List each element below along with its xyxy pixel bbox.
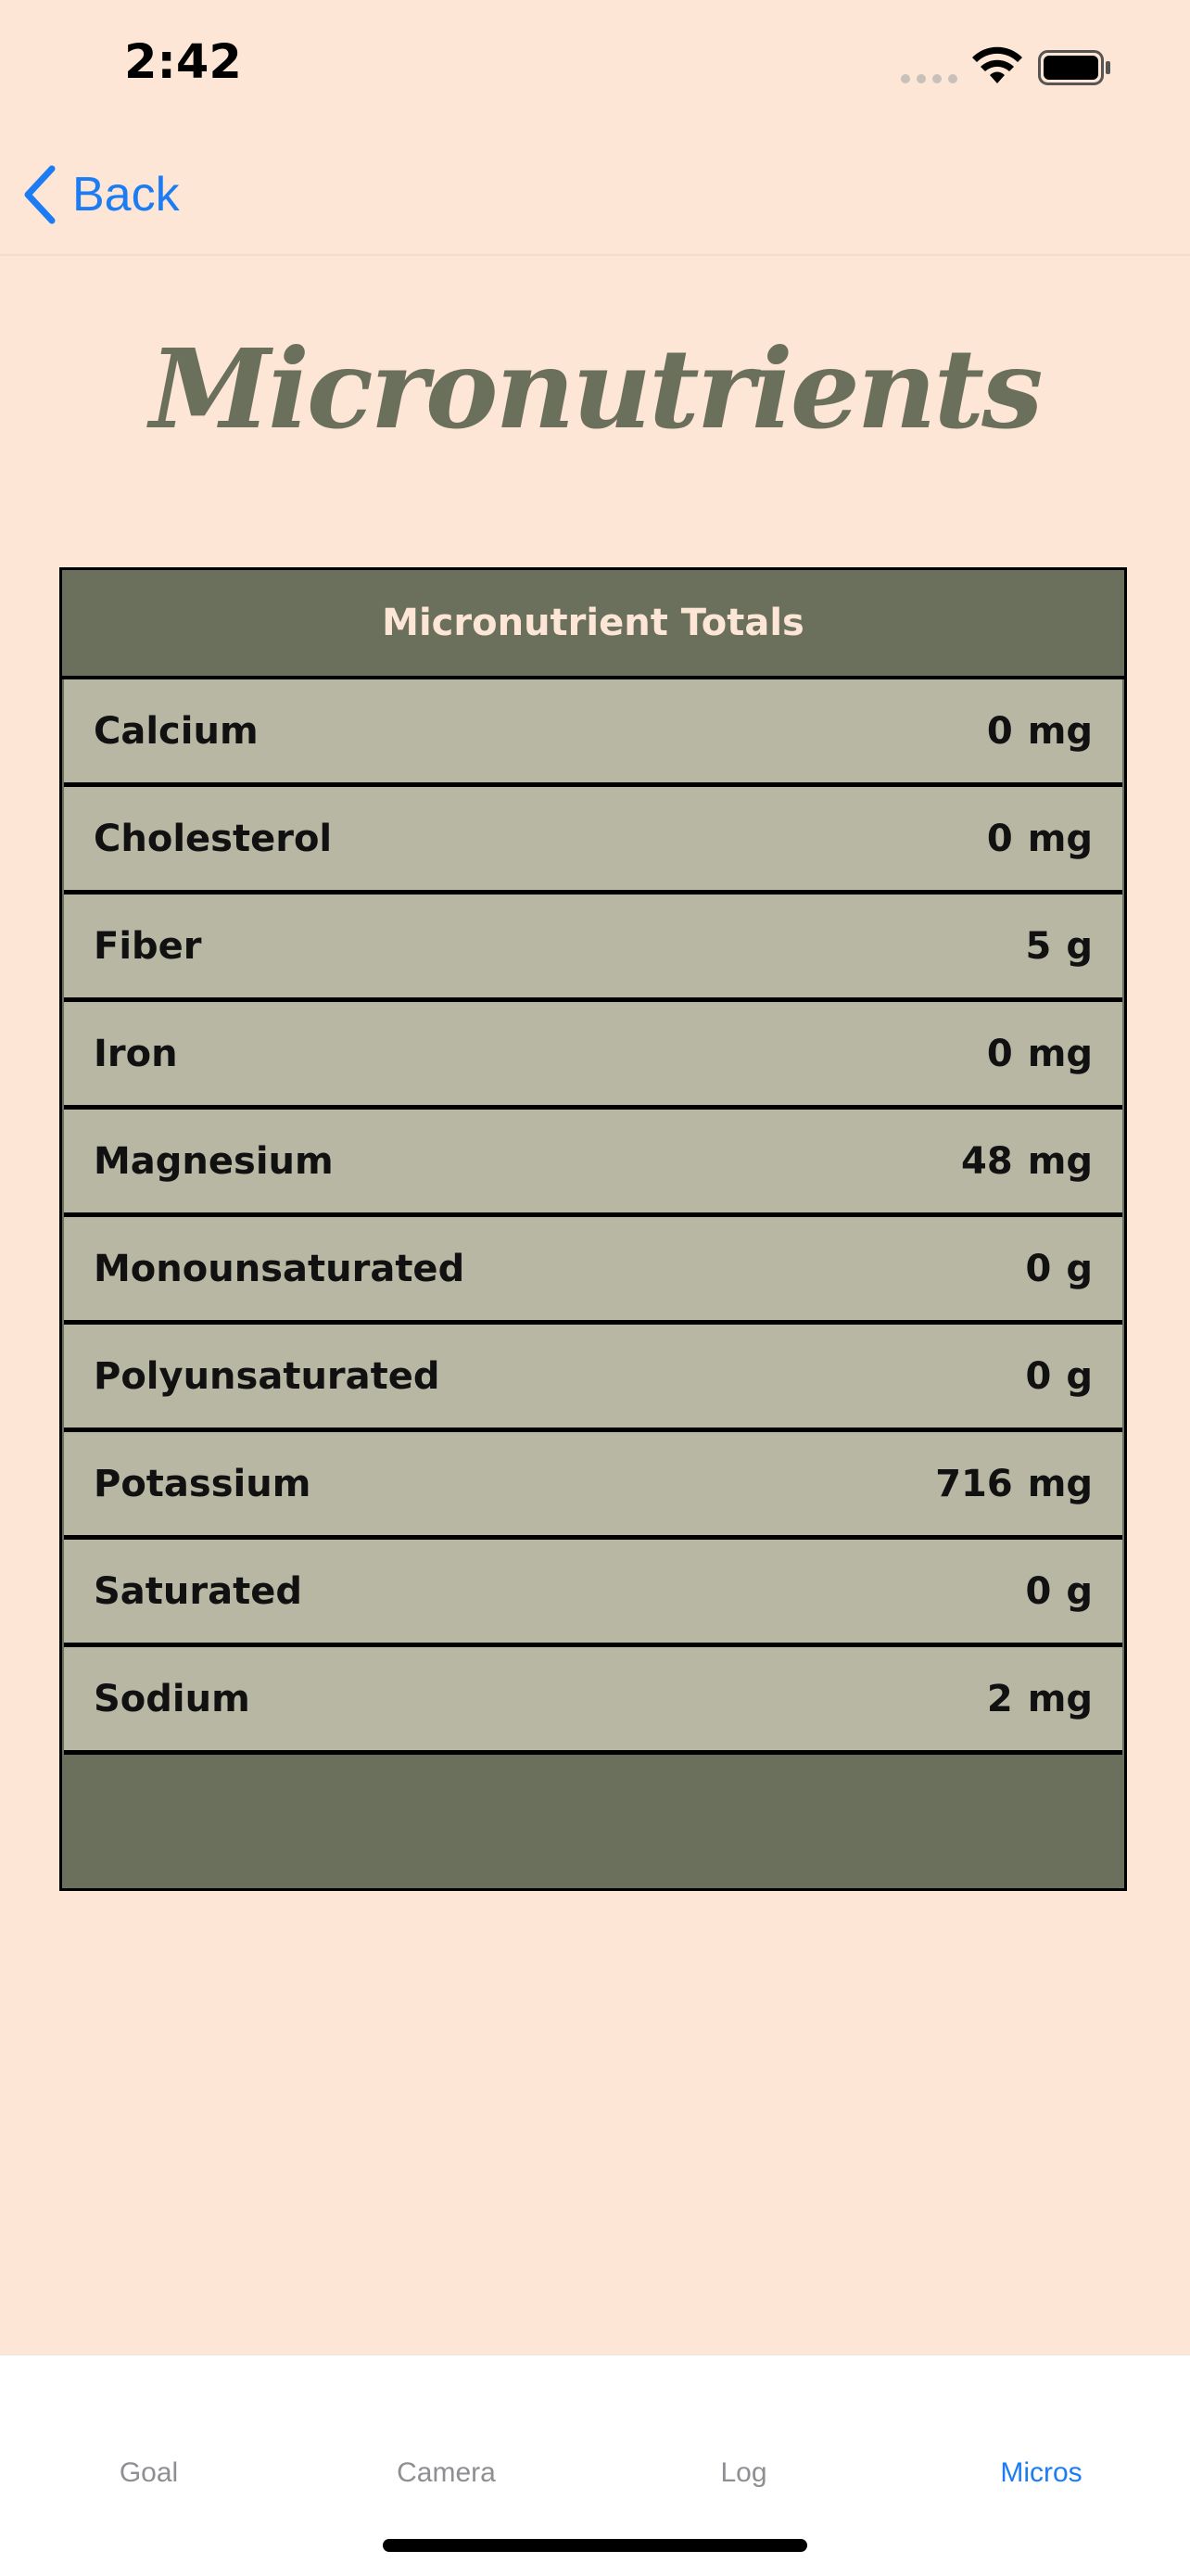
battery-icon (1038, 50, 1110, 85)
nutrient-unit: g (1066, 924, 1093, 968)
table-header: Micronutrient Totals (62, 570, 1124, 679)
nutrient-amount: 0 (986, 817, 1013, 860)
chevron-left-icon (24, 165, 56, 224)
nutrient-amount: 0 (1025, 1569, 1052, 1613)
navigation-bar: Back (0, 139, 1190, 256)
nutrient-amount: 5 (1025, 924, 1052, 968)
home-indicator (383, 2539, 807, 2552)
tab-goal[interactable]: Goal (0, 2457, 298, 2489)
nutrient-unit: g (1066, 1354, 1093, 1398)
nutrient-unit: mg (1027, 1139, 1093, 1183)
nutrient-unit: mg (1027, 1677, 1093, 1720)
nutrient-amount: 716 (935, 1462, 1013, 1505)
nutrient-name: Calcium (94, 709, 259, 753)
table-row: Cholesterol 0 mg (64, 787, 1122, 895)
nutrient-unit: mg (1027, 817, 1093, 860)
micronutrient-table: Micronutrient Totals Calcium 0 mg Cholest… (59, 567, 1127, 1891)
nutrient-unit: g (1066, 1247, 1093, 1290)
back-button[interactable]: Back (19, 158, 180, 232)
wifi-icon (972, 46, 1022, 83)
nutrient-amount: 0 (1025, 1354, 1052, 1398)
tab-log[interactable]: Log (595, 2457, 892, 2489)
table-row: Magnesium 48 mg (64, 1110, 1122, 1217)
nutrient-name: Fiber (94, 924, 202, 968)
table-row: Polyunsaturated 0g (64, 1325, 1122, 1432)
nutrient-name: Sodium (94, 1677, 250, 1720)
cellular-signal-icon (901, 74, 957, 83)
nutrient-unit: g (1066, 1569, 1093, 1613)
tab-micros[interactable]: Micros (892, 2457, 1190, 2489)
table-row: Calcium 0 mg (64, 679, 1122, 787)
nutrient-name: Polyunsaturated (94, 1354, 440, 1398)
back-label: Back (72, 168, 180, 222)
nutrient-name: Monounsaturated (94, 1247, 465, 1290)
nutrient-amount: 2 (986, 1677, 1013, 1720)
tab-camera[interactable]: Camera (298, 2457, 595, 2489)
table-row: Saturated 0g (64, 1540, 1122, 1647)
nutrient-amount: 0 (1025, 1247, 1052, 1290)
nutrient-unit: mg (1027, 1462, 1093, 1505)
nutrient-name: Saturated (94, 1569, 302, 1613)
status-time: 2:42 (124, 35, 242, 90)
table-row: Fiber 5g (64, 895, 1122, 1002)
nutrient-amount: 0 (986, 709, 1013, 753)
nutrient-amount: 0 (986, 1032, 1013, 1075)
nutrient-name: Potassium (94, 1462, 311, 1505)
table-row: Sodium 2 mg (64, 1647, 1122, 1755)
nutrient-unit: mg (1027, 1032, 1093, 1075)
status-bar: 2:42 (0, 0, 1190, 139)
table-row: Monounsaturated 0g (64, 1217, 1122, 1325)
table-row: Iron 0 mg (64, 1002, 1122, 1110)
table-row: Potassium 716 mg (64, 1432, 1122, 1540)
nutrient-amount: 48 (961, 1139, 1013, 1183)
nutrient-name: Cholesterol (94, 817, 333, 860)
nutrient-name: Magnesium (94, 1139, 334, 1183)
page-title: Micronutrients (149, 324, 1043, 453)
nutrient-name: Iron (94, 1032, 178, 1075)
nutrient-unit: mg (1027, 709, 1093, 753)
